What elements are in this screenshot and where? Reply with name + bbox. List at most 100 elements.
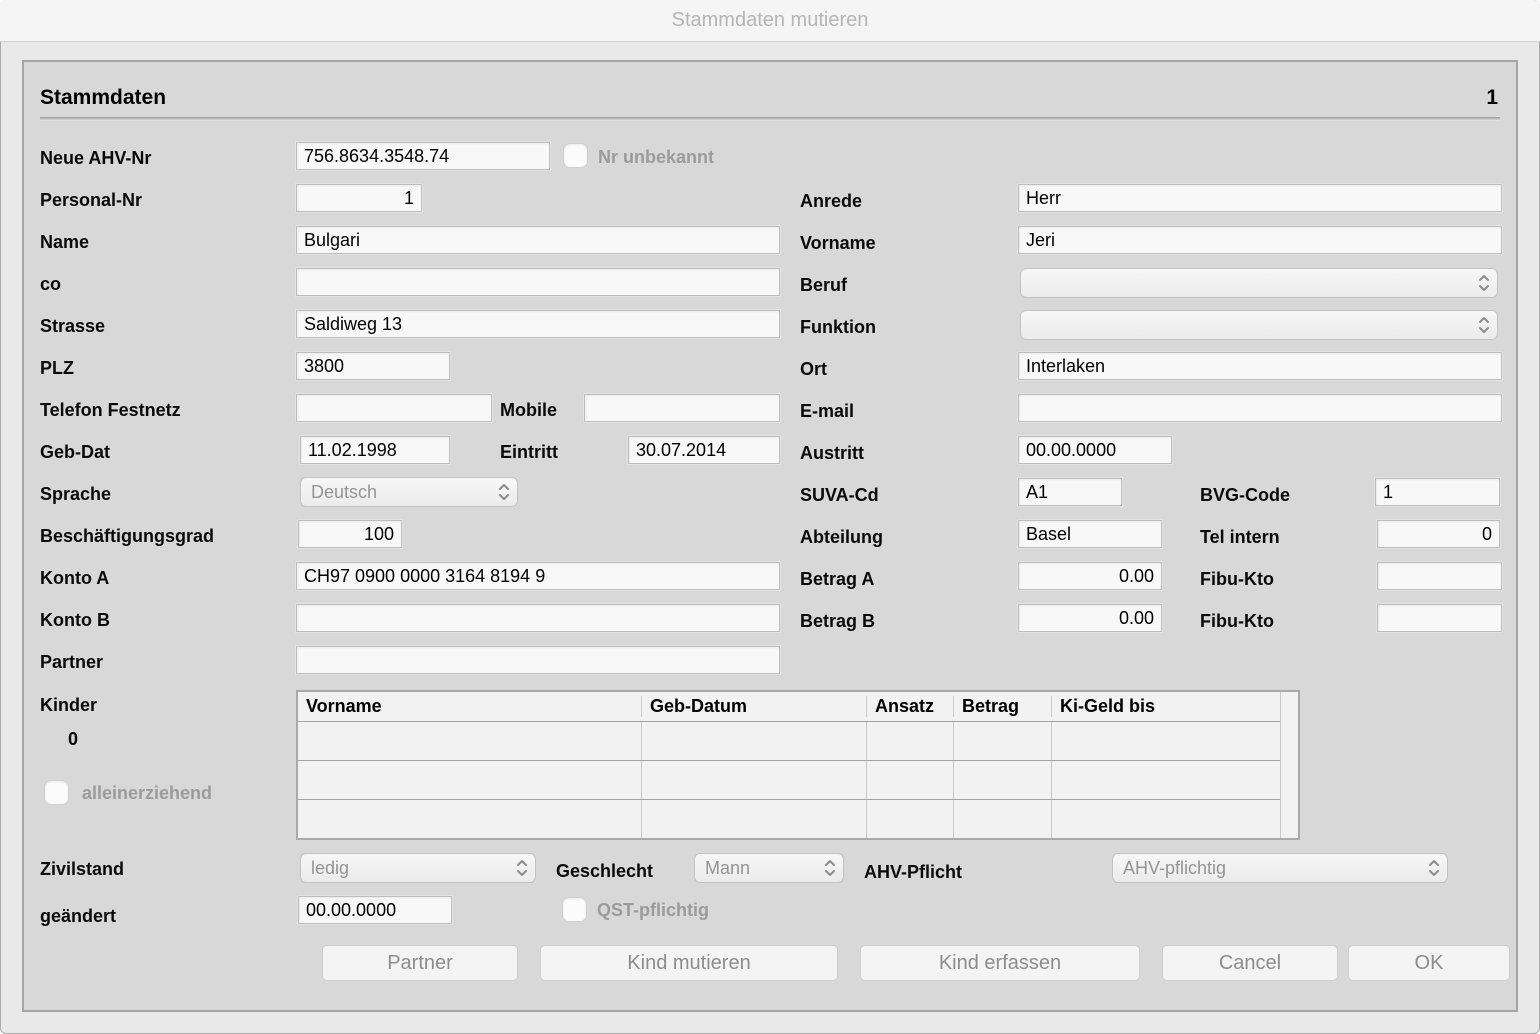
column-header-ansatz: Ansatz (867, 696, 954, 717)
eintritt-field[interactable]: 30.07.2014 (628, 436, 780, 464)
geaendert-label: geändert (40, 906, 117, 926)
fibu-kto-b-label: Fibu-Kto (1200, 611, 1274, 631)
table-scrollbar-track[interactable] (1280, 692, 1298, 838)
sprache-dropdown[interactable]: Deutsch (300, 477, 518, 507)
chevron-updown-icon (497, 481, 511, 503)
title-bar[interactable]: Stammdaten mutieren (0, 0, 1540, 42)
tel-intern-label: Tel intern (1200, 527, 1280, 547)
personal-nr-label: Personal-Nr (40, 190, 143, 210)
bvg-code-field[interactable]: 1 (1375, 478, 1500, 506)
tel-intern-field[interactable]: 0 (1377, 520, 1500, 548)
telefon-festnetz-field[interactable] (296, 394, 492, 422)
table-cell (642, 722, 867, 760)
austritt-field[interactable]: 00.00.0000 (1018, 436, 1172, 464)
table-cell (298, 722, 642, 760)
geb-dat-field[interactable]: 11.02.1998 (300, 436, 450, 464)
table-cell (298, 800, 642, 838)
betrag-b-label: Betrag B (800, 611, 876, 631)
table-cell (867, 761, 954, 799)
sprache-label: Sprache (40, 484, 112, 504)
fibu-kto-a-field[interactable] (1377, 562, 1502, 590)
konto-a-label: Konto A (40, 568, 110, 588)
qst-pflichtig-label: QST-pflichtig (597, 900, 709, 920)
co-label: co (40, 274, 62, 294)
funktion-label: Funktion (800, 317, 876, 337)
email-label: E-mail (800, 401, 855, 421)
table-cell (1052, 722, 1280, 760)
personal-nr-field[interactable]: 1 (296, 184, 422, 212)
fibu-kto-b-field[interactable] (1377, 604, 1502, 632)
email-field[interactable] (1018, 394, 1502, 422)
beschaeftigungsgrad-field[interactable]: 100 (298, 520, 402, 548)
vorname-field[interactable]: Jeri (1018, 226, 1502, 254)
kind-erfassen-button[interactable]: Kind erfassen (860, 945, 1140, 981)
table-row[interactable] (298, 799, 1280, 838)
panel-title: Stammdaten (40, 86, 167, 109)
kinder-table-body: Vorname Geb-Datum Ansatz Betrag Ki-Geld … (298, 692, 1280, 838)
zivilstand-label: Zivilstand (40, 859, 125, 879)
table-cell (867, 722, 954, 760)
plz-field[interactable]: 3800 (296, 352, 450, 380)
geb-dat-label: Geb-Dat (40, 442, 111, 462)
ort-field[interactable]: Interlaken (1018, 352, 1502, 380)
konto-b-label: Konto B (40, 610, 110, 630)
suva-cd-field[interactable]: A1 (1018, 478, 1122, 506)
chevron-updown-icon (1477, 272, 1491, 294)
kinder-table: Vorname Geb-Datum Ansatz Betrag Ki-Geld … (296, 690, 1300, 840)
ok-button[interactable]: OK (1348, 945, 1510, 981)
table-row[interactable] (298, 760, 1280, 799)
suva-cd-label: SUVA-Cd (800, 485, 879, 505)
partner-button[interactable]: Partner (322, 945, 518, 981)
partner-field[interactable] (296, 646, 780, 674)
kind-mutieren-button[interactable]: Kind mutieren (540, 945, 838, 981)
table-cell (1052, 761, 1280, 799)
table-row[interactable] (298, 722, 1280, 760)
bvg-code-label: BVG-Code (1200, 485, 1290, 505)
chevron-updown-icon (515, 857, 529, 879)
strasse-field[interactable]: Saldiweg 13 (296, 310, 780, 338)
plz-label: PLZ (40, 358, 74, 378)
anrede-field[interactable]: Herr (1018, 184, 1502, 212)
table-cell (867, 800, 954, 838)
window-title: Stammdaten mutieren (671, 9, 869, 31)
geschlecht-dropdown[interactable]: Mann (694, 853, 844, 883)
name-field[interactable]: Bulgari (296, 226, 780, 254)
table-cell (1052, 800, 1280, 838)
mobile-field[interactable] (584, 394, 780, 422)
nr-unbekannt-checkbox[interactable] (563, 143, 588, 168)
anrede-label: Anrede (800, 191, 863, 211)
betrag-a-field[interactable]: 0.00 (1018, 562, 1162, 590)
sprache-value: Deutsch (311, 481, 378, 502)
ahv-pflicht-dropdown[interactable]: AHV-pflichtig (1112, 853, 1448, 883)
table-cell (298, 761, 642, 799)
vorname-label: Vorname (800, 233, 876, 253)
cancel-button[interactable]: Cancel (1162, 945, 1338, 981)
alleinerziehend-checkbox[interactable] (44, 780, 69, 805)
nr-unbekannt-label: Nr unbekannt (598, 147, 715, 167)
betrag-a-label: Betrag A (800, 569, 875, 589)
funktion-dropdown[interactable] (1020, 310, 1498, 340)
austritt-label: Austritt (800, 443, 864, 463)
beruf-dropdown[interactable] (1020, 268, 1498, 298)
betrag-b-field[interactable]: 0.00 (1018, 604, 1162, 632)
partner-label: Partner (40, 652, 104, 672)
column-header-vorname: Vorname (298, 696, 642, 717)
abteilung-field[interactable]: Basel (1018, 520, 1162, 548)
geaendert-field[interactable]: 00.00.0000 (298, 896, 452, 924)
table-cell (642, 761, 867, 799)
konto-a-field[interactable]: CH97 0900 0000 3164 8194 9 (296, 562, 780, 590)
zivilstand-dropdown[interactable]: ledig (300, 853, 536, 883)
column-header-geb-datum: Geb-Datum (642, 696, 867, 717)
co-field[interactable] (296, 268, 780, 296)
qst-pflichtig-checkbox[interactable] (562, 897, 587, 922)
name-label: Name (40, 232, 90, 252)
konto-b-field[interactable] (296, 604, 780, 632)
neue-ahv-nr-field[interactable]: 756.8634.3548.74 (296, 142, 550, 170)
fibu-kto-a-label: Fibu-Kto (1200, 569, 1274, 589)
geschlecht-value: Mann (705, 857, 751, 878)
column-header-ki-geld-bis: Ki-Geld bis (1060, 696, 1156, 716)
ahv-pflicht-label: AHV-Pflicht (864, 862, 963, 882)
geschlecht-label: Geschlecht (556, 861, 654, 881)
alleinerziehend-label: alleinerziehend (82, 783, 213, 803)
ort-label: Ort (800, 359, 827, 379)
